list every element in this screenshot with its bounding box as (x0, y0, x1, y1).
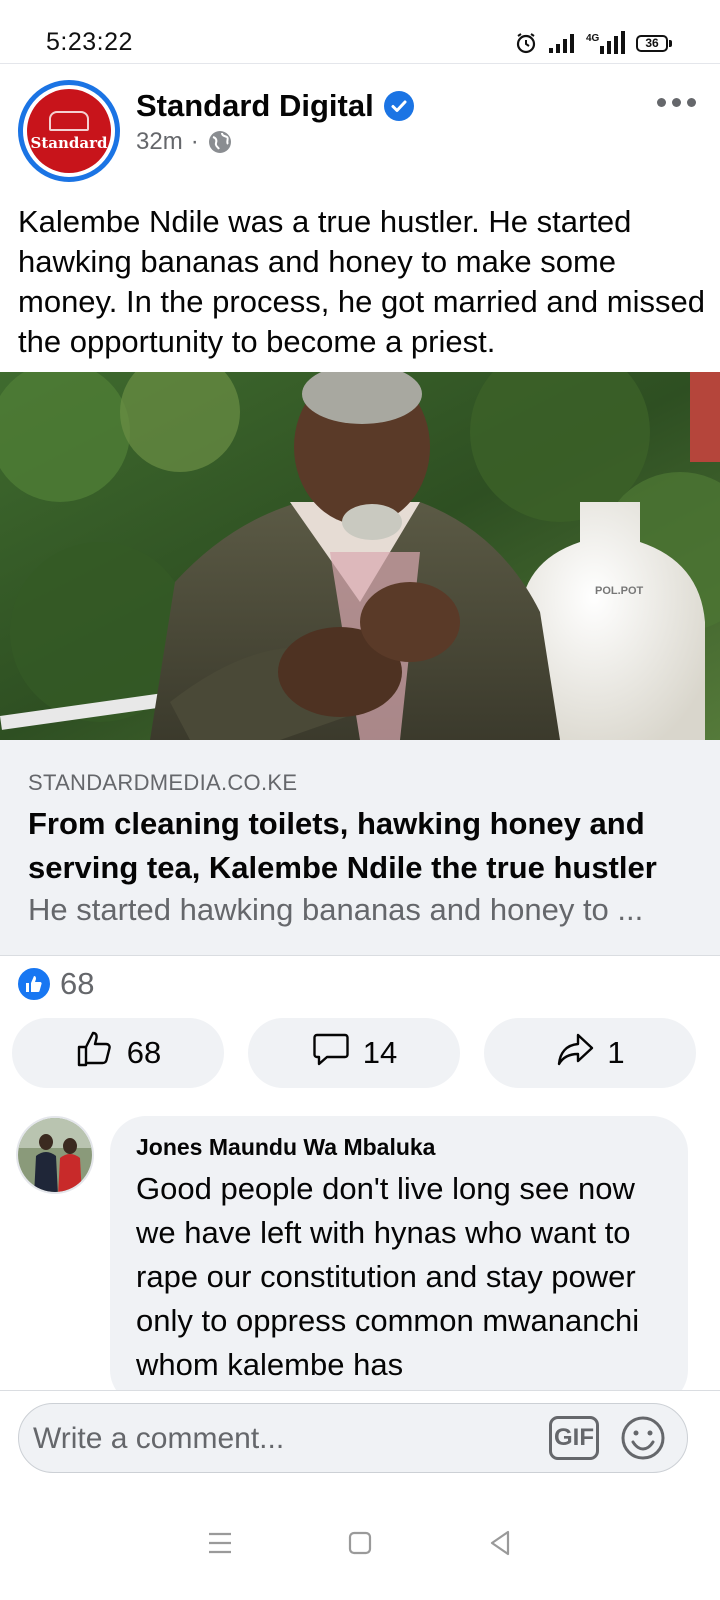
back-nav-icon[interactable] (470, 1513, 530, 1573)
link-title[interactable]: From cleaning toilets, hawking honey and… (28, 802, 688, 890)
status-bar: 5:23:22 4G 36 (0, 0, 720, 64)
network-label: 4G (586, 33, 600, 44)
globe-icon (207, 129, 233, 155)
signal-icon (548, 32, 576, 54)
link-domain: STANDARDMEDIA.CO.KE (28, 770, 298, 795)
share-count: 1 (607, 1035, 625, 1070)
comment-author[interactable]: Jones Maundu Wa Mbaluka (136, 1134, 662, 1161)
verified-badge-icon (383, 91, 414, 121)
more-options-icon[interactable] (657, 98, 696, 107)
reaction-count: 68 (60, 966, 95, 1001)
status-time: 5:23:22 (46, 28, 133, 56)
comment-icon (311, 1029, 351, 1077)
post-meta: 32m · (136, 128, 233, 156)
link-preview[interactable]: STANDARDMEDIA.CO.KE From cleaning toilet… (0, 740, 720, 956)
post-header: Standard Standard Digital 32m · (0, 64, 720, 194)
like-count: 68 (126, 1035, 162, 1070)
comment-placeholder: Write a comment... (33, 1422, 285, 1455)
like-button[interactable]: 68 (12, 1018, 224, 1088)
standard-logo: Standard (27, 89, 111, 173)
system-nav-bar (0, 1485, 720, 1600)
page-name[interactable]: Standard Digital (136, 88, 414, 124)
page-name-text[interactable]: Standard Digital (136, 88, 374, 124)
comment-count: 14 (362, 1035, 398, 1070)
comment-button[interactable]: 14 (248, 1018, 460, 1088)
commenter-avatar[interactable] (16, 1116, 94, 1194)
comment-bubble[interactable]: Jones Maundu Wa Mbaluka Good people don'… (110, 1116, 688, 1406)
menu-nav-icon[interactable] (190, 1513, 250, 1573)
page-avatar[interactable]: Standard (18, 80, 120, 182)
post-text: Kalembe Ndile was a true hustler. He sta… (18, 204, 705, 359)
thumbs-up-icon (75, 1029, 115, 1077)
action-bar: 68 14 1 (12, 1018, 696, 1088)
meta-separator: · (190, 128, 199, 155)
comment-input[interactable]: Write a comment... GIF (18, 1403, 688, 1473)
post-time[interactable]: 32m (136, 128, 183, 156)
share-icon (555, 1029, 595, 1077)
post-image[interactable]: POL.POT (0, 372, 720, 740)
link-description: He started hawking bananas and honey to … (28, 892, 644, 927)
home-nav-icon[interactable] (330, 1513, 390, 1573)
share-button[interactable]: 1 (484, 1018, 696, 1088)
alarm-icon (514, 31, 538, 55)
reaction-summary[interactable]: 68 (16, 966, 94, 1002)
battery-icon: 36 (636, 34, 672, 52)
comment-composer: Write a comment... GIF (0, 1390, 720, 1485)
like-reaction-icon (16, 966, 52, 1002)
tank-label: POL.POT (595, 585, 644, 597)
gif-icon[interactable]: GIF (549, 1416, 599, 1460)
status-icons: 4G 36 (514, 30, 672, 56)
network-4g-icon: 4G (586, 30, 626, 56)
comment-text: Good people don't live long see now we h… (136, 1171, 640, 1382)
logo-text: Standard (30, 133, 108, 152)
emoji-icon[interactable] (619, 1414, 667, 1467)
battery-level: 36 (636, 34, 668, 52)
